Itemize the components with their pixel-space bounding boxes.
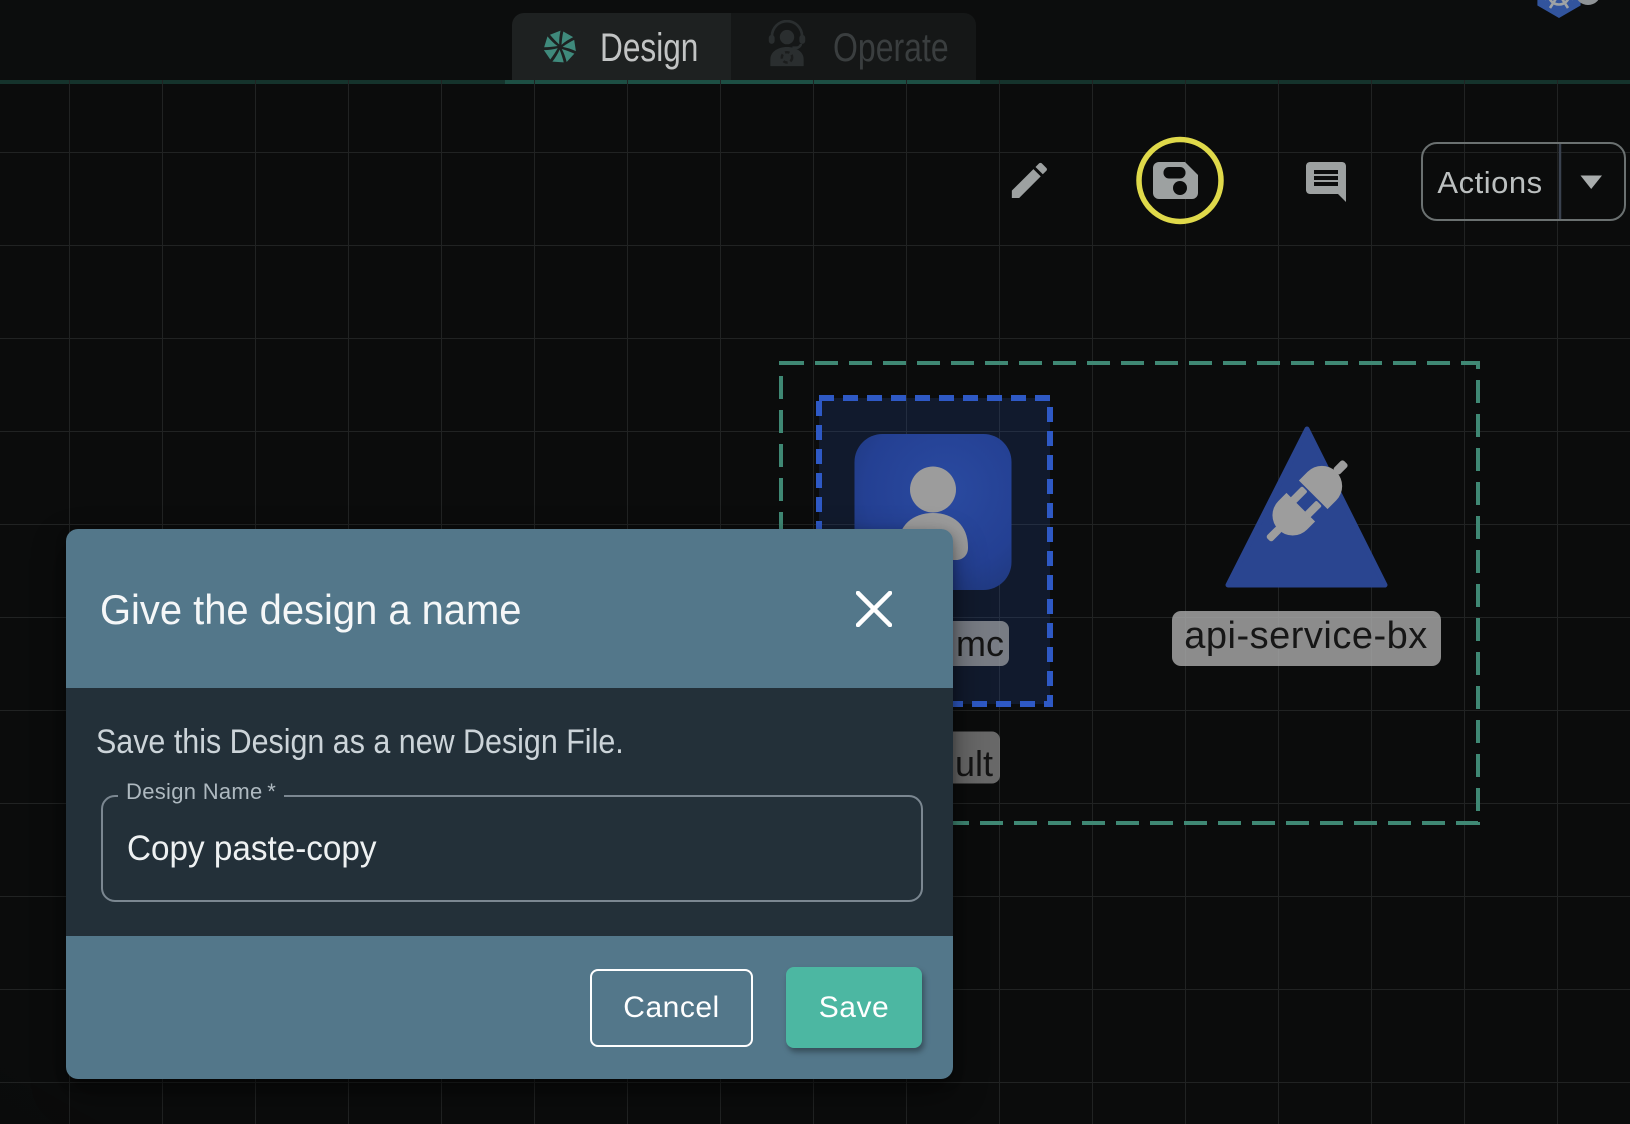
svg-text:api-service-bx: api-service-bx	[1184, 615, 1428, 657]
svg-text:Actions: Actions	[1437, 165, 1542, 200]
svg-text:mc: mc	[956, 623, 1004, 664]
svg-text:ult: ult	[955, 743, 993, 784]
